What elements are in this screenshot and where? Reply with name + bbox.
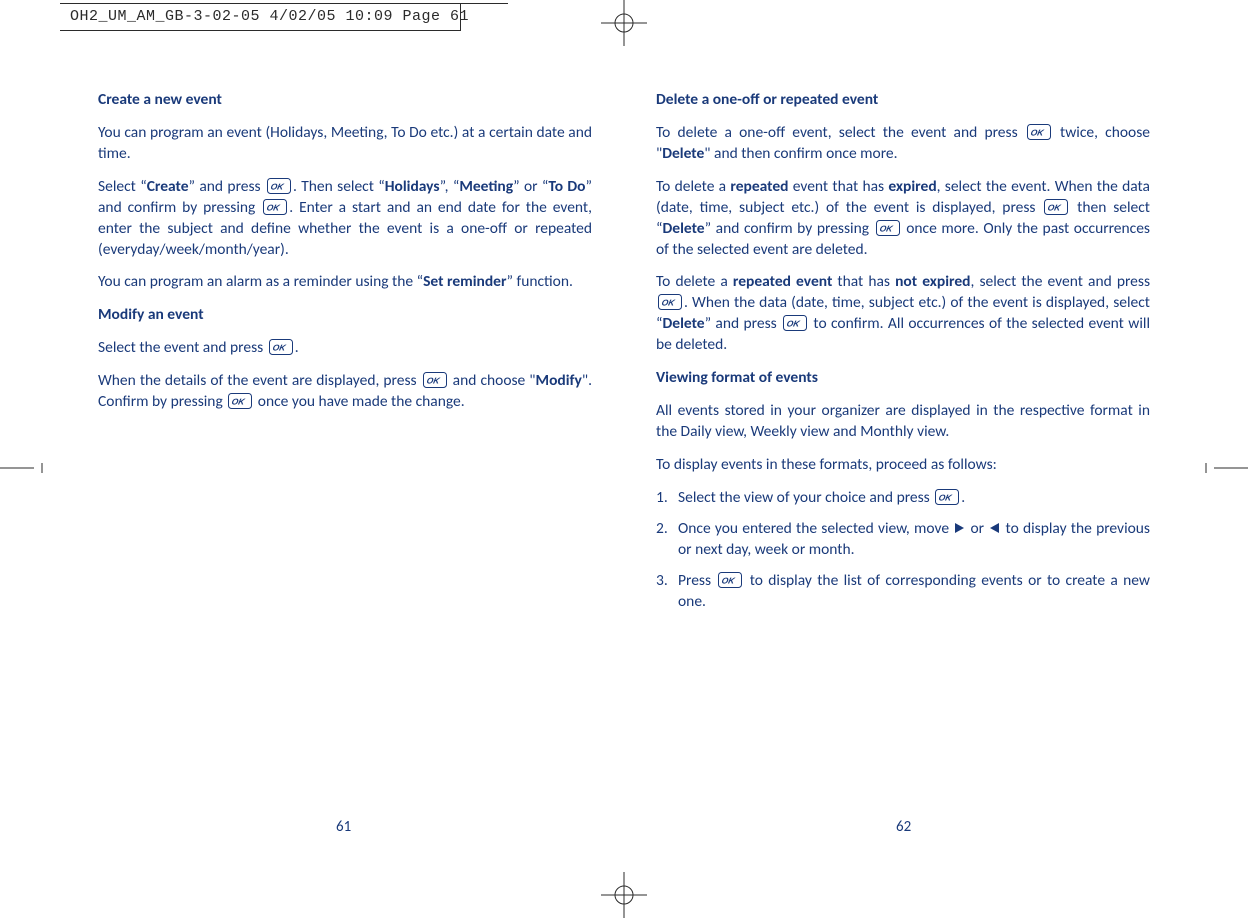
create-reminder: You can program an alarm as a reminder u…	[98, 272, 592, 293]
arrow-left-icon	[990, 523, 999, 533]
ok-key-icon	[1044, 199, 1068, 215]
delete-oneoff: To delete a one-off event, select the ev…	[656, 123, 1150, 165]
delete-repeated-expired: To delete a repeated event that has expi…	[656, 177, 1150, 261]
delete-repeated-notexpired: To delete a repeated event that has not …	[656, 272, 1150, 356]
ok-key-icon	[267, 178, 291, 194]
ok-key-icon	[269, 339, 293, 355]
ok-key-icon	[658, 294, 682, 310]
viewing-intro: All events stored in your organizer are …	[656, 401, 1150, 443]
ok-key-icon	[876, 220, 900, 236]
page-number-left: 61	[336, 818, 351, 836]
modify-step1: Select the event and press .	[98, 338, 592, 359]
page-number-right: 62	[896, 818, 911, 836]
create-instructions: Select “Create” and press . Then select …	[98, 177, 592, 261]
registration-mark-top	[601, 0, 647, 51]
ok-key-icon	[718, 572, 742, 588]
registration-mark-bottom	[601, 872, 647, 923]
left-column: Create a new event You can program an ev…	[98, 90, 592, 622]
print-slug: OH2_UM_AM_GB-3-02-05 4/02/05 10:09 Page …	[70, 8, 469, 25]
right-column: Delete a one-off or repeated event To de…	[656, 90, 1150, 622]
ok-key-icon	[783, 315, 807, 331]
viewing-lead: To display events in these formats, proc…	[656, 455, 1150, 476]
heading-modify: Modify an event	[98, 305, 592, 326]
step-3: Press to display the list of correspondi…	[656, 571, 1150, 613]
step-1: Select the view of your choice and press…	[656, 488, 1150, 509]
viewing-steps: Select the view of your choice and press…	[656, 488, 1150, 613]
heading-viewing: Viewing format of events	[656, 368, 1150, 389]
modify-step2: When the details of the event are displa…	[98, 371, 592, 413]
step-2: Once you entered the selected view, move…	[656, 519, 1150, 561]
ok-key-icon	[1027, 124, 1051, 140]
ok-key-icon	[263, 199, 287, 215]
ok-key-icon	[228, 393, 252, 409]
create-intro: You can program an event (Holidays, Meet…	[98, 123, 592, 165]
page-body: Create a new event You can program an ev…	[0, 90, 1248, 622]
heading-delete: Delete a one-off or repeated event	[656, 90, 1150, 111]
heading-create: Create a new event	[98, 90, 592, 111]
arrow-right-icon	[955, 523, 964, 533]
ok-key-icon	[935, 489, 959, 505]
ok-key-icon	[423, 372, 447, 388]
